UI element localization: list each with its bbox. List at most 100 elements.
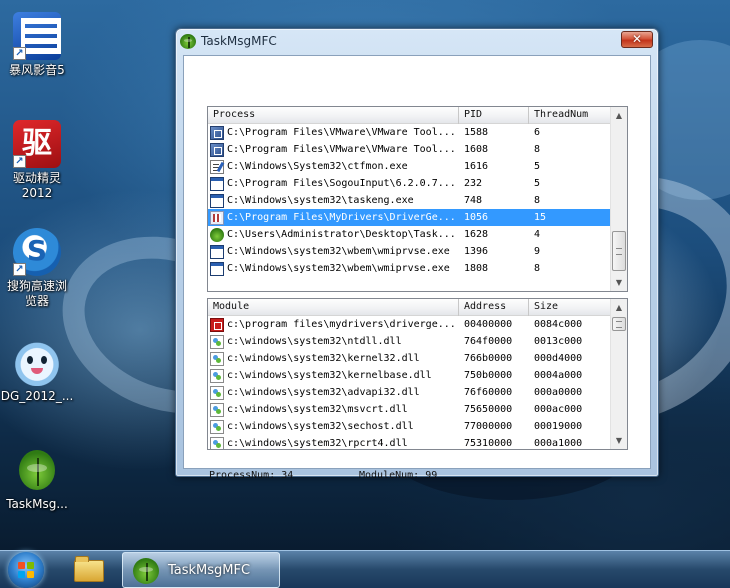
vmware-icon [210,142,224,157]
module-size: 000a1000 [534,438,583,449]
driver-module-icon [210,317,224,332]
module-address: 750b0000 [464,370,513,381]
close-button[interactable]: ✕ [621,31,653,48]
column-header-address[interactable]: Address [459,299,529,316]
scroll-down-arrow-icon[interactable]: ▼ [611,432,627,449]
scroll-up-arrow-icon[interactable]: ▲ [611,107,627,124]
process-path: C:\Users\Administrator\Desktop\Task... [227,229,456,240]
process-threads: 5 [534,178,541,189]
desktop-icon-storm-player[interactable]: ↗ 暴风影音5 [0,12,74,78]
taskbar-taskmsg-button[interactable]: TaskMsgMFC [122,552,280,588]
dll-icon [210,334,224,349]
column-header-module[interactable]: Module [208,299,459,316]
vmware-icon [210,125,224,140]
process-pid: 1616 [464,161,489,172]
taskbar-explorer-button[interactable] [60,552,118,588]
module-size: 000ac000 [534,404,583,415]
table-row[interactable]: c:\windows\system32\sechost.dll 77000000… [208,418,611,435]
process-path: C:\Program Files\VMware\VMware Tool... [227,127,456,138]
process-threads: 9 [534,246,541,257]
desktop-icon-dg[interactable]: DG_2012_... [0,338,74,404]
app-window-icon [210,244,224,259]
process-list-header: Process PID ThreadNum [208,107,611,124]
scroll-up-arrow-icon[interactable]: ▲ [611,299,627,316]
column-header-size[interactable]: Size [529,299,611,316]
title-bar[interactable]: TaskMsgMFC ✕ [176,29,658,55]
module-path: c:\windows\system32\kernelbase.dll [227,370,432,381]
module-address: 77000000 [464,421,513,432]
module-list-scrollbar[interactable]: ▲ ▼ [610,299,627,449]
process-path: C:\Windows\system32\wbem\wmiprvse.exe [227,246,450,257]
process-threads: 8 [534,144,541,155]
module-address: 75650000 [464,404,513,415]
table-row-selected[interactable]: C:\Program Files\MyDrivers\DriverGe... 1… [208,209,611,226]
column-header-pid[interactable]: PID [459,107,529,124]
module-path: c:\windows\system32\kernel32.dll [227,353,420,364]
module-address: 75310000 [464,438,513,449]
process-pid: 1056 [464,212,489,223]
table-row[interactable]: C:\Windows\system32\taskeng.exe 748 8 [208,192,611,209]
desktop-icon-label: DG_2012_... [0,389,74,403]
scroll-thumb[interactable] [612,231,626,271]
process-threads: 15 [534,212,547,223]
process-threads: 8 [534,195,541,206]
process-path: C:\Program Files\VMware\VMware Tool... [227,144,456,155]
shortcut-arrow-icon: ↗ [13,263,26,276]
table-row[interactable]: c:\program files\mydrivers\driverge... 0… [208,316,611,333]
table-row[interactable]: C:\Program Files\VMware\VMware Tool... 1… [208,141,611,158]
table-row[interactable]: c:\windows\system32\ntdll.dll 764f0000 0… [208,333,611,350]
process-list[interactable]: Process PID ThreadNum C:\Program Files\V… [207,106,628,292]
process-list-scrollbar[interactable]: ▲ ▼ [610,107,627,291]
desktop-icon-driver-genius[interactable]: 驱 ↗ 驱动精灵2012 [0,120,74,201]
table-row[interactable]: C:\Windows\system32\wbem\wmiprvse.exe 18… [208,260,611,277]
process-path: C:\Windows\system32\wbem\wmiprvse.exe [227,263,450,274]
module-path: c:\program files\mydrivers\driverge... [227,319,456,330]
module-size: 0084c000 [534,319,583,330]
process-pid: 748 [464,195,483,206]
module-list[interactable]: Module Address Size c:\program files\myd… [207,298,628,450]
app-bug-icon [133,558,159,584]
ctfmon-icon [210,159,224,174]
table-row[interactable]: c:\windows\system32\kernel32.dll 766b000… [208,350,611,367]
app-bug-icon [180,34,196,49]
table-row[interactable]: C:\Program Files\VMware\VMware Tool... 1… [208,124,611,141]
window-title: TaskMsgMFC [201,34,277,48]
desktop-icon-taskmsg[interactable]: TaskMsg... [0,446,74,512]
desktop-icon-sogou-browser[interactable]: ↗ 搜狗高速浏览器 [0,228,74,309]
process-path: C:\Program Files\MyDrivers\DriverGe... [227,212,456,223]
taskmsg-window: TaskMsgMFC ✕ Process PID ThreadNum C:\Pr… [175,28,659,481]
column-header-threadnum[interactable]: ThreadNum [529,107,611,124]
module-size: 00019000 [534,421,583,432]
table-row[interactable]: c:\windows\system32\rpcrt4.dll 75310000 … [208,435,611,449]
taskmsg-bug-icon [13,446,61,494]
storm-player-icon: ↗ [13,12,61,60]
dll-icon [210,402,224,417]
module-size: 0013c000 [534,336,583,347]
process-threads: 4 [534,229,541,240]
dll-icon [210,436,224,449]
process-pid: 1588 [464,127,489,138]
table-row[interactable]: c:\windows\system32\advapi32.dll 76f6000… [208,384,611,401]
scroll-down-arrow-icon[interactable]: ▼ [611,274,627,291]
table-row[interactable]: C:\Users\Administrator\Desktop\Task... 1… [208,226,611,243]
module-path: c:\windows\system32\msvcrt.dll [227,404,408,415]
driver-genius-icon: 驱 ↗ [13,120,61,168]
app-window-icon [210,193,224,208]
table-row[interactable]: C:\Windows\System32\ctfmon.exe 1616 5 [208,158,611,175]
driver-app-icon [210,210,224,225]
bug-app-icon [210,227,224,242]
module-size: 000a0000 [534,387,583,398]
scroll-thumb[interactable] [612,317,626,331]
folder-icon [74,556,104,582]
table-row[interactable]: C:\Program Files\SogouInput\6.2.0.7... 2… [208,175,611,192]
module-path: c:\windows\system32\rpcrt4.dll [227,438,408,449]
table-row[interactable]: C:\Windows\system32\wbem\wmiprvse.exe 13… [208,243,611,260]
taskbar-app-label: TaskMsgMFC [168,563,251,578]
table-row[interactable]: c:\windows\system32\msvcrt.dll 75650000 … [208,401,611,418]
table-row[interactable]: c:\windows\system32\kernelbase.dll 750b0… [208,367,611,384]
column-header-process[interactable]: Process [208,107,459,124]
module-size: 000d4000 [534,353,583,364]
process-threads: 6 [534,127,541,138]
start-button[interactable] [8,552,44,588]
taskbar: TaskMsgMFC [0,550,730,588]
